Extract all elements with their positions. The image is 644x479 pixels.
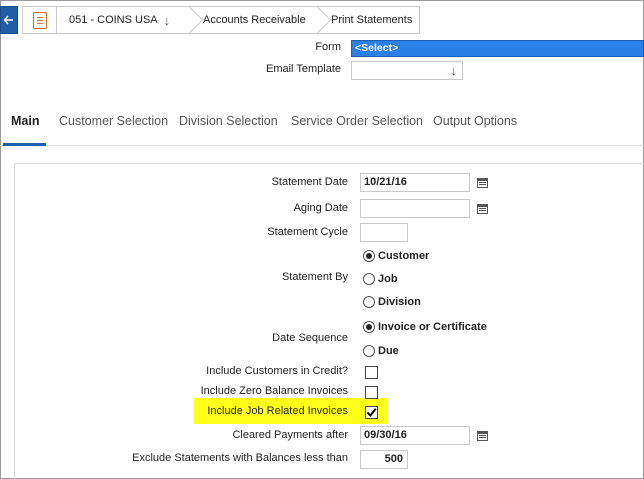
statement-date-input[interactable]: 10/21/16 [360,173,470,192]
breadcrumb-company-label: 051 - COINS USA [69,14,158,26]
tab-main[interactable]: Main [11,114,39,128]
date-sequence-invoice-radio[interactable] [363,321,375,333]
form-label: Form [315,41,341,53]
date-sequence-due-label: Due [378,345,399,357]
include-zero-balance-label: Include Zero Balance Invoices [200,385,348,397]
date-sequence-label: Date Sequence [272,332,348,344]
calendar-icon[interactable] [477,178,488,188]
email-template-select[interactable]: ↓ [351,61,463,80]
exclude-balance-label: Exclude Statements with Balances less th… [132,452,348,464]
cleared-payments-label: Cleared Payments after [232,429,348,441]
statement-cycle-label: Statement Cycle [267,226,348,238]
breadcrumb-page-label: Print Statements [331,14,413,26]
arrow-down-icon: ↓ [450,63,458,78]
statement-by-division-radio[interactable] [363,296,375,308]
calendar-icon[interactable] [477,204,488,214]
back-button[interactable] [0,6,18,34]
breadcrumb-company[interactable]: 051 - COINS USA ↓ [56,5,204,35]
arrow-down-icon[interactable]: ↓ [164,14,171,27]
breadcrumb-module-label: Accounts Receivable [203,14,306,26]
breadcrumb-page: Print Statements [316,6,420,34]
include-credit-checkbox[interactable] [365,366,378,379]
date-sequence-due-radio[interactable] [363,345,375,357]
statement-cycle-input[interactable] [360,223,408,242]
tab-service-order-selection[interactable]: Service Order Selection [291,114,423,128]
exclude-balance-input[interactable]: 500 [360,450,408,469]
include-credit-label: Include Customers in Credit? [206,365,348,377]
tab-customer-selection[interactable]: Customer Selection [59,114,168,128]
include-job-related-label: Include Job Related Invoices [207,405,348,417]
email-template-label: Email Template [266,63,341,75]
tab-output-options[interactable]: Output Options [433,114,517,128]
active-tab-indicator [3,143,46,146]
statement-by-job-label: Job [378,273,398,285]
statement-date-label: Statement Date [271,176,348,188]
include-job-related-checkbox[interactable] [365,406,378,419]
statement-by-division-label: Division [378,296,421,308]
breadcrumb-document[interactable] [22,6,56,34]
tab-division-selection[interactable]: Division Selection [179,114,278,128]
form-select[interactable]: <Select> [351,40,644,57]
statement-by-customer-label: Customer [378,250,430,262]
tab-bar: Main Customer Selection Division Selecti… [0,96,644,146]
arrow-left-icon [3,15,13,25]
aging-date-input[interactable] [360,199,470,218]
calendar-icon[interactable] [477,431,488,441]
date-sequence-invoice-label: Invoice or Certificate [378,321,487,333]
aging-date-label: Aging Date [293,202,348,214]
cleared-payments-input[interactable]: 09/30/16 [360,426,470,445]
breadcrumb-module[interactable]: Accounts Receivable [188,5,332,35]
statement-by-job-radio[interactable] [363,273,375,285]
include-zero-balance-checkbox[interactable] [365,386,378,399]
document-icon [32,11,47,29]
statement-by-label: Statement By [281,271,348,283]
checkmark-icon [366,408,377,418]
statement-by-customer-radio[interactable] [363,250,375,262]
